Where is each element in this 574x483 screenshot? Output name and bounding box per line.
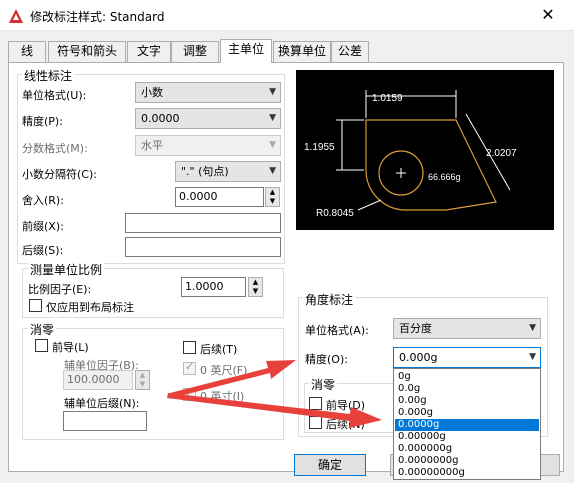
- chevron-down-icon: ▼: [269, 166, 276, 176]
- fraction-format-select[interactable]: 水平 ▼: [135, 135, 281, 156]
- layout-only-checkbox[interactable]: [29, 299, 42, 312]
- scale-factor-input[interactable]: 1.0000: [181, 277, 246, 297]
- angular-leading-label: 前导(D): [326, 399, 366, 412]
- preview-drawing: 1.0159 1.1955 2.0207 66.666g R0.8045: [304, 90, 517, 219]
- preview-shape: [365, 119, 497, 211]
- feet-zero-checkbox[interactable]: [183, 360, 196, 375]
- angular-group-title: 角度标注: [303, 291, 356, 308]
- precision-dropdown-list: 0g 0.0g 0.00g 0.000g 0.0000g 0.00000g 0.…: [393, 368, 541, 480]
- linear-group-title: 线性标注: [22, 67, 75, 84]
- inches-zero-checkbox[interactable]: [183, 386, 196, 401]
- suffix-label: 后缀(S):: [22, 244, 64, 257]
- leading-zero-checkbox[interactable]: [35, 339, 48, 352]
- zero-group-title: 消零: [28, 321, 57, 338]
- preview-dim-top: 1.0159: [372, 93, 403, 104]
- precision-option[interactable]: 0.00000g: [395, 431, 539, 443]
- sub-unit-factor-spinner[interactable]: ▲ ▼: [135, 370, 150, 390]
- tab-lines[interactable]: 线: [8, 41, 46, 62]
- preview-dim-angle: 66.666g: [428, 172, 461, 182]
- feet-zero-label: 0 英尺(F): [200, 364, 248, 377]
- prefix-label: 前缀(X):: [22, 220, 64, 233]
- angular-unit-format-value: 百分度: [399, 322, 432, 335]
- ok-button[interactable]: 确定: [294, 454, 366, 476]
- tab-text[interactable]: 文字: [127, 41, 171, 62]
- angular-zero-group-title: 消零: [309, 376, 338, 393]
- scale-factor-label: 比例因子(E):: [28, 283, 92, 296]
- precision-option-selected[interactable]: 0.0000g: [395, 419, 539, 431]
- precision-option[interactable]: 0.000g: [395, 407, 539, 419]
- inches-zero-label: 0 英寸(I): [200, 390, 245, 403]
- tab-tolerances[interactable]: 公差: [331, 41, 369, 62]
- chevron-down-icon: ▼: [269, 87, 276, 97]
- chevron-down-icon: ▼: [529, 323, 536, 333]
- decimal-separator-select[interactable]: "." (句点) ▼: [175, 161, 281, 182]
- precision-label: 精度(P):: [22, 115, 63, 128]
- sub-unit-suffix-label: 辅单位后缀(N):: [64, 397, 140, 410]
- fraction-format-label: 分数格式(M):: [22, 142, 88, 155]
- roundoff-input[interactable]: 0.0000: [175, 187, 264, 207]
- preview-dimension-lines: [336, 90, 511, 211]
- precision-option[interactable]: 0.00000000g: [395, 467, 539, 479]
- chevron-down-icon: ▼: [269, 140, 276, 150]
- autocad-app-icon: [9, 9, 23, 23]
- unit-format-label: 单位格式(U):: [22, 89, 87, 102]
- decimal-separator-label: 小数分隔符(C):: [22, 168, 97, 181]
- tab-fit[interactable]: 调整: [171, 41, 219, 62]
- angular-unit-format-select[interactable]: 百分度 ▼: [393, 318, 541, 339]
- roundoff-spinner[interactable]: ▲ ▼: [265, 187, 280, 207]
- unit-format-value: 小数: [141, 86, 163, 99]
- scale-factor-spinner[interactable]: ▲ ▼: [248, 277, 263, 297]
- close-icon[interactable]: ✕: [536, 4, 560, 26]
- angular-trailing-label: 后续(N): [326, 418, 365, 431]
- decimal-separator-value: "." (句点): [181, 165, 229, 178]
- layout-only-label: 仅应用到布局标注: [46, 301, 134, 314]
- angular-unit-format-label: 单位格式(A):: [305, 324, 369, 337]
- precision-option[interactable]: 0g: [395, 371, 539, 383]
- precision-select[interactable]: 0.0000 ▼: [135, 108, 281, 129]
- precision-option[interactable]: 0.000000g: [395, 443, 539, 455]
- suffix-input[interactable]: [125, 237, 281, 257]
- sub-unit-factor-input[interactable]: 100.0000: [63, 370, 133, 390]
- dimension-preview: 1.0159 1.1955 2.0207 66.666g R0.8045: [296, 70, 554, 230]
- scale-group-title: 测量单位比例: [28, 261, 105, 278]
- prefix-input[interactable]: [125, 213, 281, 233]
- trailing-zero-label: 后续(T): [200, 343, 238, 356]
- preview-dim-radius: R0.8045: [316, 208, 354, 219]
- title-bar: 修改标注样式: Standard ✕: [0, 0, 574, 31]
- chevron-down-icon: ▼: [269, 113, 276, 123]
- precision-option[interactable]: 0.0000000g: [395, 455, 539, 467]
- tab-symbols-arrows[interactable]: 符号和箭头: [48, 41, 126, 62]
- roundoff-label: 舍入(R):: [22, 194, 64, 207]
- preview-dim-right: 2.0207: [486, 148, 517, 159]
- unit-format-select[interactable]: 小数 ▼: [135, 82, 281, 103]
- angular-precision-value: 0.000g: [399, 351, 438, 364]
- chevron-down-icon: ▼: [529, 352, 536, 362]
- angular-leading-checkbox[interactable]: [309, 397, 322, 410]
- help-button[interactable]: [540, 454, 560, 476]
- tab-primary-units[interactable]: 主单位: [220, 39, 272, 63]
- trailing-zero-checkbox[interactable]: [183, 341, 196, 354]
- window-title: 修改标注样式: Standard: [30, 10, 165, 24]
- angular-trailing-checkbox[interactable]: [309, 416, 322, 429]
- tab-alternate-units[interactable]: 换算单位: [273, 41, 331, 62]
- precision-value: 0.0000: [141, 112, 180, 125]
- sub-unit-suffix-input[interactable]: [63, 411, 147, 431]
- fraction-format-value: 水平: [141, 139, 163, 152]
- precision-option[interactable]: 0.00g: [395, 395, 539, 407]
- preview-dim-left: 1.1955: [304, 142, 335, 153]
- angular-precision-select[interactable]: 0.000g ▼: [393, 347, 541, 368]
- angular-precision-label: 精度(O):: [305, 353, 348, 366]
- leading-zero-label: 前导(L): [52, 341, 89, 354]
- precision-option[interactable]: 0.0g: [395, 383, 539, 395]
